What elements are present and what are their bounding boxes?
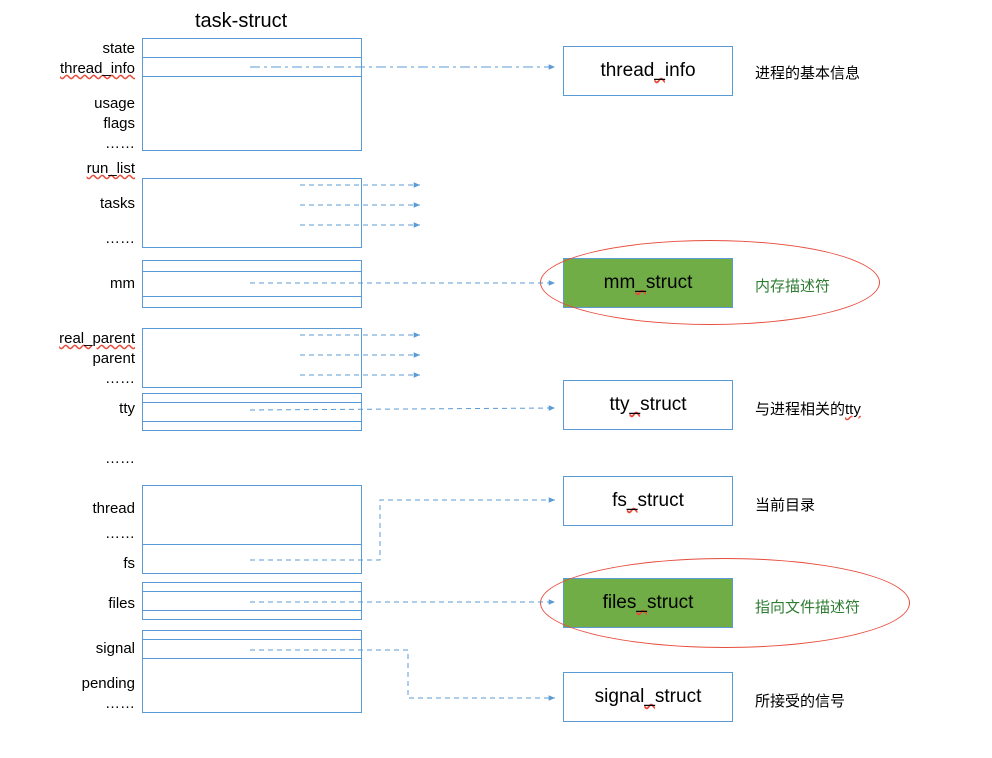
label-pending: pending [45,675,135,692]
label-dots1: …… [45,135,135,152]
label-thread-info: thread_info [38,60,135,77]
cell-parent-block [142,328,362,388]
label-dots5: …… [45,525,135,542]
label-thread: thread [45,500,135,517]
box-fs-struct: fs_struct [563,476,733,526]
cell-tasks-block [142,178,362,248]
ellipse-files [540,558,910,648]
cell-tty-bot [142,421,362,431]
label-dots6: …… [45,695,135,712]
label-flags: flags [45,115,135,132]
label-tasks: tasks [45,195,135,212]
label-dots2: …… [45,230,135,247]
cell-signal-bot [142,658,362,713]
box-thread-info: thread_info [563,46,733,96]
desc-thread-info: 进程的基本信息 [755,62,860,83]
label-state: state [45,40,135,57]
label-mm: mm [45,275,135,292]
label-parent: parent [45,350,135,367]
cell-mm-bot [142,296,362,308]
cell-thread-block [142,485,362,545]
label-usage: usage [45,95,135,112]
label-fs: fs [45,555,135,572]
ellipse-mm [540,240,880,325]
label-dots3: …… [45,370,135,387]
desc-tty-struct: 与进程相关的tty [755,398,861,419]
cell-files-bot [142,610,362,620]
desc-signal-struct: 所接受的信号 [755,690,845,711]
cell-state [142,38,362,58]
cell-signal [142,639,362,659]
label-run-list: run_list [45,160,135,177]
label-files: files [45,595,135,612]
label-tty: tty [45,400,135,417]
box-signal-struct: signal_struct [563,672,733,722]
desc-fs-struct: 当前目录 [755,494,815,515]
cell-thread-info [142,57,362,77]
box-tty-struct: tty_struct [563,380,733,430]
label-signal: signal [45,640,135,657]
label-dots4: …… [45,450,135,467]
cell-usage-block [142,76,362,151]
cell-fs [142,544,362,574]
label-real-parent: real_parent [40,330,135,347]
cell-files [142,591,362,611]
diagram-title: task-struct [195,10,287,33]
cell-mm [142,271,362,297]
cell-tty [142,402,362,422]
